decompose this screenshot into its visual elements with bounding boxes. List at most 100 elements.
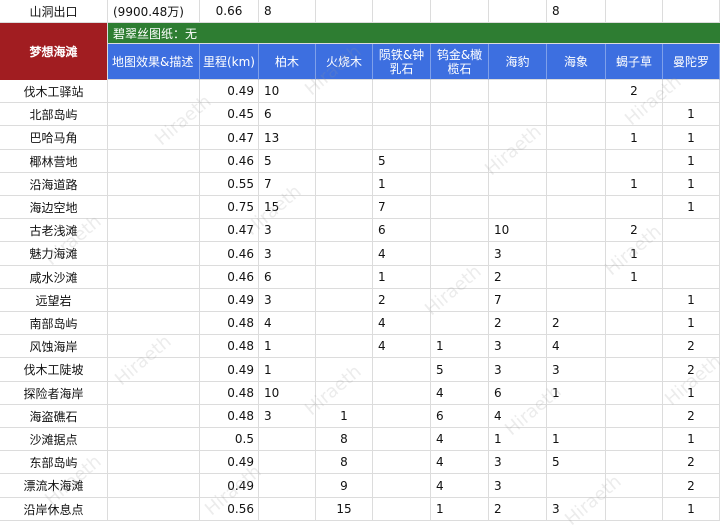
resource-cell[interactable] [606,474,663,498]
resource-cell[interactable]: 6 [489,382,547,405]
resource-cell[interactable] [547,80,606,103]
resource-cell[interactable] [316,335,373,358]
resource-cell[interactable] [547,103,606,126]
distance-cell[interactable]: 0.56 [200,498,259,521]
description-cell[interactable] [108,80,200,103]
description-cell[interactable] [108,498,200,521]
resource-cell[interactable]: 4 [431,451,489,474]
location-name[interactable]: 沙滩据点 [0,428,108,451]
description-cell[interactable] [108,196,200,219]
column-header[interactable]: 海豹 [489,44,547,80]
location-name[interactable]: 沿岸休息点 [0,498,108,521]
resource-cell[interactable]: 6 [431,405,489,428]
resource-cell[interactable]: 4 [431,382,489,405]
resource-cell[interactable] [606,428,663,451]
resource-cell[interactable]: 3 [259,405,316,428]
resource-cell[interactable]: 1 [606,126,663,150]
column-header[interactable]: 柏木 [259,44,316,80]
top-row-cell[interactable] [663,0,720,23]
resource-cell[interactable]: 1 [663,173,720,196]
location-name[interactable]: 魅力海滩 [0,242,108,266]
resource-cell[interactable]: 1 [431,335,489,358]
resource-cell[interactable] [316,80,373,103]
top-row-value[interactable]: 8 [259,0,316,23]
resource-cell[interactable] [606,451,663,474]
resource-cell[interactable] [606,405,663,428]
resource-cell[interactable] [489,103,547,126]
column-header[interactable]: 海象 [547,44,606,80]
location-name[interactable]: 北部岛屿 [0,103,108,126]
resource-cell[interactable] [431,173,489,196]
resource-cell[interactable] [606,312,663,335]
resource-cell[interactable]: 1 [547,428,606,451]
resource-cell[interactable] [373,405,431,428]
resource-cell[interactable]: 6 [259,103,316,126]
resource-cell[interactable]: 15 [316,498,373,521]
resource-cell[interactable] [316,358,373,382]
resource-cell[interactable] [431,103,489,126]
resource-cell[interactable] [373,451,431,474]
distance-cell[interactable]: 0.49 [200,474,259,498]
location-name[interactable]: 伐木工驿站 [0,80,108,103]
resource-cell[interactable]: 1 [373,266,431,289]
resource-cell[interactable] [489,173,547,196]
column-header[interactable]: 火烧木 [316,44,373,80]
resource-cell[interactable] [547,173,606,196]
resource-cell[interactable] [606,498,663,521]
resource-cell[interactable]: 4 [373,312,431,335]
resource-cell[interactable] [489,126,547,150]
resource-cell[interactable] [606,289,663,312]
description-cell[interactable] [108,405,200,428]
distance-cell[interactable]: 0.48 [200,335,259,358]
resource-cell[interactable] [663,219,720,242]
column-header[interactable]: 钨金&橄榄石 [431,44,489,80]
resource-cell[interactable]: 2 [663,451,720,474]
resource-cell[interactable]: 2 [663,405,720,428]
resource-cell[interactable]: 1 [663,428,720,451]
top-row-cell[interactable] [606,0,663,23]
resource-cell[interactable] [606,382,663,405]
location-name[interactable]: 咸水沙滩 [0,266,108,289]
resource-cell[interactable]: 1 [259,335,316,358]
description-cell[interactable] [108,173,200,196]
distance-cell[interactable]: 0.55 [200,173,259,196]
location-name[interactable]: 风蚀海岸 [0,335,108,358]
description-cell[interactable] [108,289,200,312]
resource-cell[interactable]: 2 [373,289,431,312]
resource-cell[interactable]: 2 [663,335,720,358]
top-row-distance[interactable]: 0.66 [200,0,259,23]
distance-cell[interactable]: 0.47 [200,219,259,242]
location-name[interactable]: 海边空地 [0,196,108,219]
resource-cell[interactable]: 1 [606,266,663,289]
distance-cell[interactable]: 0.49 [200,358,259,382]
top-row-cell[interactable]: 8 [547,0,606,23]
resource-cell[interactable]: 3 [489,451,547,474]
resource-cell[interactable]: 2 [663,474,720,498]
resource-cell[interactable]: 4 [547,335,606,358]
resource-cell[interactable]: 5 [547,451,606,474]
resource-cell[interactable] [663,242,720,266]
resource-cell[interactable] [547,405,606,428]
distance-cell[interactable]: 0.46 [200,242,259,266]
resource-cell[interactable]: 3 [547,498,606,521]
resource-cell[interactable]: 1 [489,428,547,451]
distance-cell[interactable]: 0.49 [200,289,259,312]
resource-cell[interactable] [316,312,373,335]
resource-cell[interactable] [547,474,606,498]
location-name[interactable]: 南部岛屿 [0,312,108,335]
resource-cell[interactable] [316,289,373,312]
resource-cell[interactable]: 1 [547,382,606,405]
distance-cell[interactable]: 0.46 [200,150,259,173]
resource-cell[interactable]: 3 [547,358,606,382]
column-header[interactable]: 里程(km) [200,44,259,80]
resource-cell[interactable] [431,312,489,335]
resource-cell[interactable]: 4 [489,405,547,428]
description-cell[interactable] [108,219,200,242]
distance-cell[interactable]: 0.49 [200,451,259,474]
top-row-cell[interactable] [316,0,373,23]
resource-cell[interactable] [373,474,431,498]
resource-cell[interactable]: 5 [431,358,489,382]
resource-cell[interactable]: 3 [489,335,547,358]
resource-cell[interactable] [663,80,720,103]
resource-cell[interactable]: 15 [259,196,316,219]
